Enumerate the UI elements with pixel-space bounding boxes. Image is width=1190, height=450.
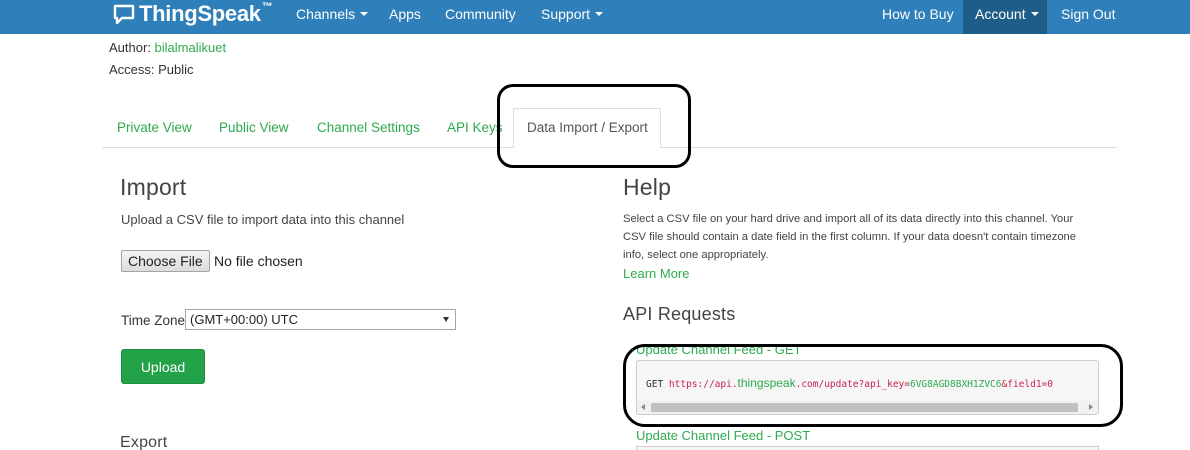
nav-apps-label: Apps (389, 6, 421, 22)
file-status: No file chosen (214, 253, 303, 269)
nav-account-label: Account (975, 6, 1026, 22)
timezone-select[interactable]: (GMT+00:00) UTC (185, 309, 456, 330)
caret-down-icon (360, 12, 369, 16)
timezone-value: (GMT+00:00) UTC (190, 312, 298, 327)
caret-down-icon (1030, 12, 1039, 16)
trademark-mark: ™ (261, 1, 273, 13)
caret-down-icon (595, 12, 604, 16)
learn-more-link[interactable]: Learn More (623, 266, 689, 281)
annotation-outline (497, 84, 691, 168)
export-heading: Export (120, 434, 168, 450)
help-text-line: info, select one appropriately. (623, 249, 769, 261)
choose-file-button[interactable]: Choose File (121, 250, 210, 272)
tab-public-view[interactable]: Public View (219, 120, 289, 135)
tab-channel-settings[interactable]: Channel Settings (317, 120, 420, 135)
help-heading: Help (623, 174, 672, 200)
nav-sign-out-link[interactable]: Sign Out (1061, 0, 1115, 28)
help-text-line: CSV file should contain a date field in … (623, 231, 1077, 243)
nav-community-link[interactable]: Community (445, 0, 516, 28)
channel-access: Access: Public (109, 62, 194, 77)
post-request-code[interactable] (636, 446, 1099, 450)
post-request-title: Update Channel Feed - POST (636, 428, 811, 443)
import-description: Upload a CSV file to import data into th… (121, 212, 405, 227)
nav-channels-menu[interactable]: Channels (296, 0, 369, 28)
brand-logo[interactable]: ThingSpeak ™ (113, 0, 273, 28)
nav-support-menu[interactable]: Support (541, 0, 604, 28)
author-link[interactable]: bilalmalikuet (155, 40, 227, 55)
annotation-outline (623, 344, 1123, 427)
help-text-line: Select a CSV file on your hard drive and… (623, 213, 1074, 225)
import-heading: Import (120, 174, 187, 200)
speech-bubble-icon (113, 4, 135, 24)
api-requests-heading: API Requests (623, 304, 736, 324)
nav-apps-link[interactable]: Apps (389, 0, 421, 28)
select-caret-icon (443, 317, 449, 322)
tab-private-view[interactable]: Private View (117, 120, 192, 135)
top-navbar: ThingSpeak ™ Channels Apps Community Supp… (0, 0, 1190, 34)
nav-community-label: Community (445, 6, 516, 22)
brand-name: ThingSpeak (139, 1, 261, 26)
access-value: Public (158, 62, 194, 77)
nav-how-to-buy-link[interactable]: How to Buy (882, 0, 954, 28)
nav-how-to-buy-label: How to Buy (882, 6, 954, 22)
nav-sign-out-label: Sign Out (1061, 6, 1116, 22)
channel-author: Author: bilalmalikuet (109, 40, 226, 55)
nav-account-menu[interactable]: Account (975, 0, 1039, 28)
nav-channels-label: Channels (296, 6, 356, 22)
nav-support-label: Support (541, 6, 591, 22)
access-label: Access: (109, 62, 155, 77)
tab-api-keys[interactable]: API Keys (447, 120, 503, 135)
help-text: Select a CSV file on your hard drive and… (623, 210, 1113, 264)
timezone-label: Time Zone (121, 313, 186, 328)
author-label: Author: (109, 40, 151, 55)
upload-button[interactable]: Upload (121, 349, 205, 384)
